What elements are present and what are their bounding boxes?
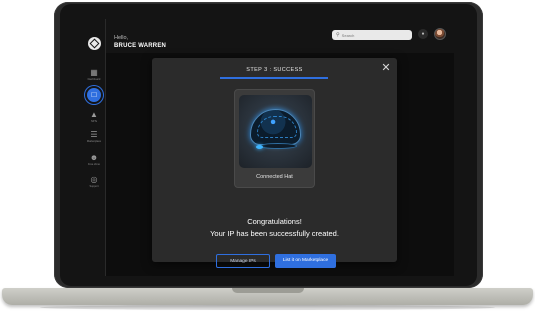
search-icon: ⚲	[336, 32, 340, 38]
logo-mark	[89, 38, 100, 49]
ip-image	[239, 95, 312, 168]
success-heading: Congratulations!	[247, 217, 302, 226]
step-title: STEP 3 : SUCCESS	[246, 67, 303, 73]
notification-icon[interactable]: ●	[418, 29, 428, 39]
sidebar-item-support[interactable]: ◎ Support	[82, 175, 106, 188]
search-placeholder: Search	[341, 32, 355, 38]
sidebar-item-free-zone[interactable]: ☻ Free Zone	[82, 153, 106, 166]
sidebar: ▦ Dashboard □ ▲ NFTs ☰ Marketplace ☻ Fre…	[82, 19, 106, 276]
sidebar-item-dashboard[interactable]: ▦ Dashboard	[82, 68, 106, 81]
avatar[interactable]	[434, 28, 446, 40]
helmet-shape	[250, 109, 301, 145]
sidebar-item-nfts[interactable]: ▲ NFTs	[82, 110, 106, 123]
close-icon[interactable]: ✕	[381, 63, 391, 74]
ip-card: Connected Hat	[234, 89, 315, 188]
sidebar-item-label: NFTs	[90, 120, 98, 123]
helmet-brim	[259, 143, 297, 149]
success-modal: STEP 3 : SUCCESS ✕ Connected Hat Congrat…	[152, 58, 397, 268]
sidebar-item-label: Marketplace	[86, 140, 102, 143]
manage-ips-button[interactable]: Manage IPs	[216, 254, 270, 268]
app-screen: ▦ Dashboard □ ▲ NFTs ☰ Marketplace ☻ Fre…	[82, 19, 454, 276]
list-on-marketplace-button[interactable]: List it on Marketplace	[275, 254, 336, 268]
laptop-shadow	[40, 305, 495, 310]
helmet-glow	[256, 145, 263, 149]
stage: ▦ Dashboard □ ▲ NFTs ☰ Marketplace ☻ Fre…	[0, 0, 535, 311]
document-icon: □	[87, 88, 101, 102]
ip-card-label: Connected Hat	[256, 174, 293, 180]
laptop-notch	[232, 288, 304, 293]
sidebar-item-label: Support	[89, 185, 99, 188]
user-name: BRUCE WARREN	[114, 43, 167, 49]
box-icon: ▲	[90, 110, 98, 119]
success-message: Your IP has been successfully created.	[210, 229, 339, 238]
sidebar-item-label: Dashboard	[87, 78, 101, 81]
sidebar-item-create[interactable]: □	[82, 88, 106, 102]
sidebar-item-marketplace[interactable]: ☰ Marketplace	[82, 130, 106, 143]
grid-icon: ▦	[90, 68, 98, 77]
support-icon: ◎	[90, 175, 98, 184]
sidebar-item-label: Free Zone	[88, 163, 100, 166]
greeting-hello: Hello,	[114, 35, 129, 41]
cart-icon: ☰	[90, 130, 98, 139]
search-input[interactable]: ⚲ Search	[332, 30, 412, 40]
app-logo[interactable]	[88, 37, 101, 50]
step-progress-line	[220, 77, 328, 79]
users-icon: ☻	[89, 153, 99, 162]
